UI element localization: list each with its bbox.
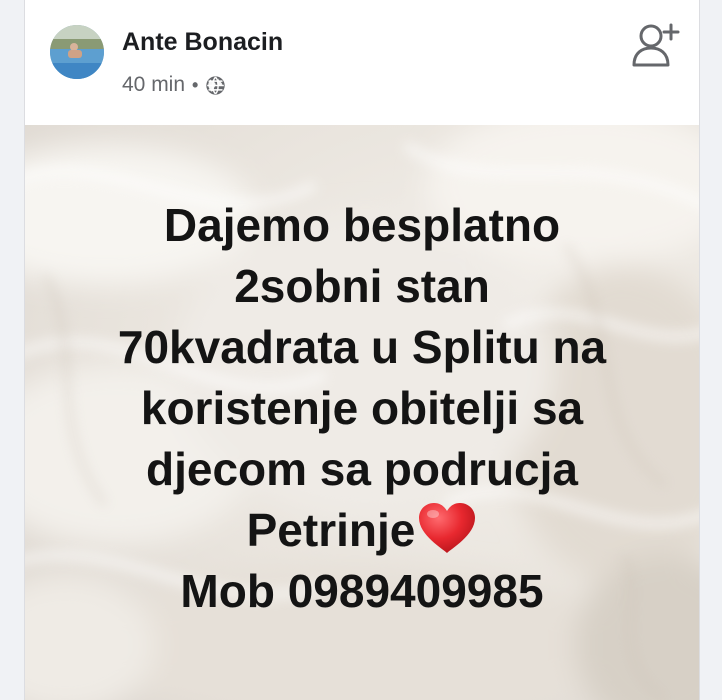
- screen: Ante Bonacin 40 min • Dajemo besplatno 2…: [0, 0, 722, 700]
- image-text-line-6: Petrinje: [25, 500, 699, 561]
- red-heart-emoji: [419, 503, 476, 553]
- author-name[interactable]: Ante Bonacin: [122, 28, 283, 57]
- post-meta: 40 min •: [122, 71, 226, 99]
- image-text-line-1: Dajemo besplatno: [163, 199, 561, 251]
- image-text-line-7: Mob 0989409985: [180, 565, 544, 617]
- post-header: Ante Bonacin 40 min •: [25, 0, 699, 125]
- image-text-petrinje: Petrinje: [246, 504, 416, 556]
- image-text-line-3: 70kvadrata u Splitu na: [117, 321, 607, 373]
- globe-icon[interactable]: [205, 75, 226, 96]
- post-image-text: Dajemo besplatno 2sobni stan 70kvadrata …: [25, 195, 699, 622]
- post-image[interactable]: Dajemo besplatno 2sobni stan 70kvadrata …: [25, 125, 699, 700]
- image-text-line-5: djecom sa podrucja: [145, 443, 578, 495]
- image-text-line-2: 2sobni stan: [234, 260, 490, 312]
- meta-separator: •: [192, 74, 199, 95]
- add-friend-button[interactable]: [629, 20, 681, 72]
- post-timestamp[interactable]: 40 min: [122, 73, 185, 97]
- post-card: Ante Bonacin 40 min • Dajemo besplatno 2…: [24, 0, 700, 700]
- avatar-photo: [50, 25, 104, 79]
- add-friend-icon: [632, 23, 680, 67]
- image-text-line-4: koristenje obitelji sa: [140, 382, 584, 434]
- author-avatar[interactable]: [50, 25, 104, 79]
